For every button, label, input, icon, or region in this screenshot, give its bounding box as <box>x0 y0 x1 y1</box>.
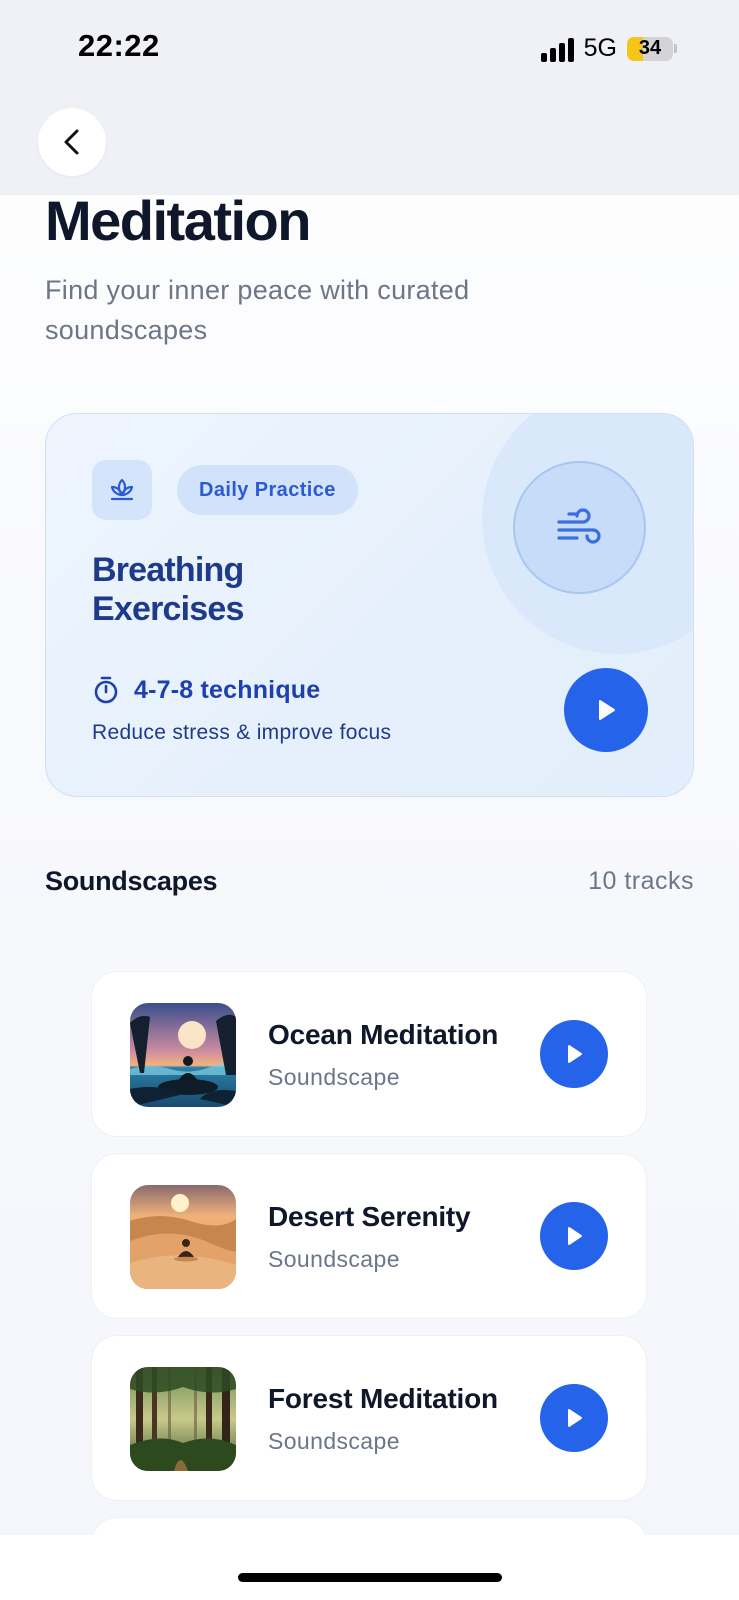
chevron-left-icon <box>64 129 79 155</box>
track-item-ocean-meditation[interactable]: Ocean Meditation Soundscape <box>91 971 647 1137</box>
lotus-icon <box>110 478 134 501</box>
breathing-play-button[interactable] <box>564 668 648 752</box>
battery-level: 34 <box>638 37 662 59</box>
technique-row: 4-7-8 technique <box>92 675 320 705</box>
track-play-button[interactable] <box>540 1202 608 1270</box>
ocean-meditation-artwork <box>130 1003 236 1107</box>
home-indicator[interactable] <box>238 1573 502 1582</box>
track-count: 10 tracks <box>588 867 694 895</box>
featured-title: Breathing Exercises <box>92 551 392 629</box>
stopwatch-icon <box>94 676 118 704</box>
play-icon <box>568 1409 582 1427</box>
status-time: 22:22 <box>78 28 160 63</box>
featured-title-line2: Exercises <box>92 590 244 628</box>
track-type: Soundscape <box>268 1246 400 1272</box>
featured-title-line1: Breathing <box>92 551 244 589</box>
signal-icon <box>540 36 574 62</box>
page-subtitle: Find your inner peace with curated sound… <box>45 275 470 345</box>
lotus-icon-box <box>92 460 152 520</box>
wind-badge <box>513 461 646 594</box>
daily-practice-badge: Daily Practice <box>177 465 358 515</box>
technique-label: 4-7-8 technique <box>134 675 321 704</box>
track-item-desert-serenity[interactable]: Desert Serenity Soundscape <box>91 1153 647 1319</box>
bottom-area <box>0 1535 739 1600</box>
battery-icon: 34 <box>627 36 677 61</box>
play-icon <box>568 1227 582 1245</box>
track-name: Forest Meditation <box>268 1383 498 1414</box>
track-type: Soundscape <box>268 1428 400 1454</box>
forest-meditation-artwork <box>130 1367 236 1471</box>
track-name: Desert Serenity <box>268 1201 471 1232</box>
breathing-exercises-card[interactable]: Daily Practice Breathing Exercises 4-7-8… <box>45 413 694 797</box>
track-play-button[interactable] <box>540 1384 608 1452</box>
desert-serenity-artwork <box>130 1185 236 1289</box>
play-icon <box>568 1045 582 1063</box>
status-icons: 5G 34 <box>540 34 677 63</box>
track-type: Soundscape <box>268 1064 400 1090</box>
play-icon <box>599 700 615 720</box>
top-bar: 22:22 5G 34 <box>0 0 739 195</box>
wind-icon <box>556 507 601 544</box>
track-play-button[interactable] <box>540 1020 608 1088</box>
page-title: Meditation <box>45 189 311 252</box>
soundscapes-heading: Soundscapes <box>45 866 218 896</box>
track-item-forest-meditation[interactable]: Forest Meditation Soundscape <box>91 1335 647 1501</box>
track-name: Ocean Meditation <box>268 1019 499 1050</box>
featured-description: Reduce stress & improve focus <box>92 721 392 744</box>
network-label: 5G <box>583 34 617 62</box>
back-button[interactable] <box>38 108 106 176</box>
